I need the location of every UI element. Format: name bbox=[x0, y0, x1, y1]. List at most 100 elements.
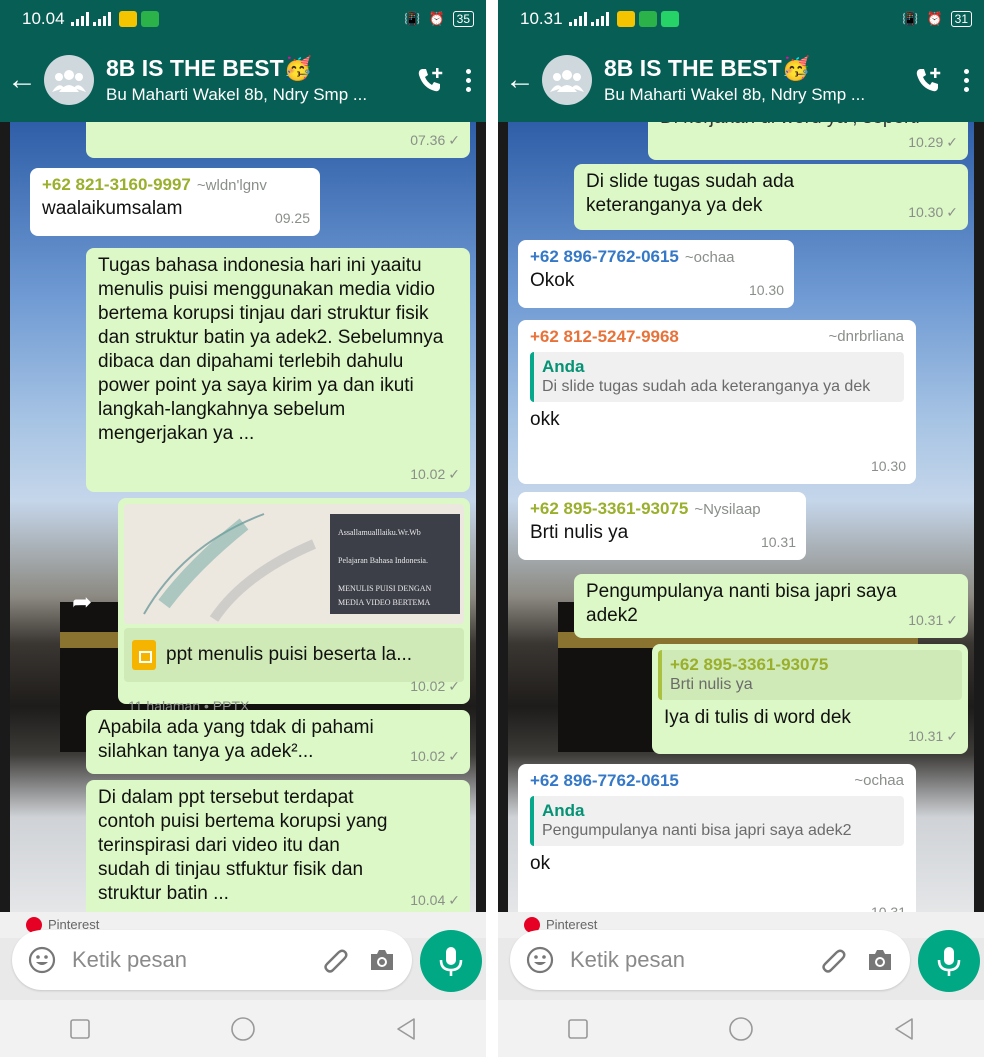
message-outgoing[interactable]: 07.36 ✓ bbox=[86, 122, 470, 158]
message-incoming-reply[interactable]: +62 896-7762-0615 ~ochaa Anda Pengumpulan… bbox=[518, 764, 916, 912]
message-outgoing[interactable]: Apabila ada yang tdak di pahami silahkan… bbox=[86, 710, 470, 774]
message-time: 10.31 bbox=[908, 728, 944, 744]
recent-apps-icon[interactable] bbox=[69, 1018, 91, 1040]
message-input-box[interactable] bbox=[12, 930, 412, 990]
message-time: 10.02 bbox=[410, 748, 446, 764]
message-text: Apabila ada yang tdak di pahami silahkan… bbox=[98, 717, 379, 762]
message-incoming[interactable]: +62 821-3160-9997 ~wldn'lgnv waalaikumsal… bbox=[30, 168, 320, 236]
mic-icon bbox=[439, 947, 463, 976]
message-time: 10.30 bbox=[870, 458, 906, 474]
sender-alias: ~dnrbrliana bbox=[828, 328, 904, 345]
add-call-button[interactable] bbox=[410, 65, 450, 95]
message-outgoing[interactable]: Pengumpulanya nanti bisa japri saya adek… bbox=[574, 574, 968, 638]
quoted-text: Pengumpulanya nanti bisa japri saya adek… bbox=[542, 822, 852, 839]
android-nav-bar bbox=[0, 1000, 486, 1057]
sent-check-icon: ✓ bbox=[448, 678, 460, 694]
message-text: waalaikumsalam bbox=[42, 198, 183, 219]
recent-apps-icon[interactable] bbox=[567, 1018, 589, 1040]
more-options-icon[interactable] bbox=[450, 68, 486, 92]
message-text: Di dalam ppt tersebut terdapat contoh pu… bbox=[98, 787, 393, 904]
home-icon[interactable] bbox=[728, 1016, 754, 1042]
message-incoming[interactable]: +62 895-3361-93075 ~Nysilaap Brti nulis y… bbox=[518, 492, 806, 560]
message-outgoing[interactable]: Tugas bahasa indonesia hari ini yaaitu m… bbox=[86, 248, 470, 492]
status-right: 📳 ⏰ 31 bbox=[902, 11, 972, 27]
message-input[interactable] bbox=[570, 947, 818, 973]
message-text: ok bbox=[530, 853, 551, 874]
document-message[interactable]: Assallamualllaiku.Wr.Wb Pelajaran Bahasa… bbox=[118, 498, 470, 714]
message-time: 10.31 bbox=[908, 612, 944, 628]
battery-icon: 35 bbox=[452, 11, 474, 27]
sender-alias: ~ochaa bbox=[854, 772, 904, 789]
back-nav-icon[interactable] bbox=[893, 1017, 915, 1041]
sender-phone: +62 821-3160-9997 bbox=[42, 175, 191, 194]
quoted-message[interactable]: Anda Di slide tugas sudah ada keterangan… bbox=[530, 352, 904, 402]
sender-phone: +62 896-7762-0615 bbox=[530, 247, 679, 266]
message-time: 10.31 bbox=[870, 904, 906, 912]
chat-area[interactable]: Di kerjakan di word ya , seperti 10.29✓ … bbox=[498, 122, 984, 912]
chat-area[interactable]: 07.36 ✓ +62 821-3160-9997 ~wldn'lgnv waala… bbox=[0, 122, 486, 912]
message-outgoing[interactable]: Di slide tugas sudah ada keteranganya ya… bbox=[574, 164, 968, 230]
emoji-icon[interactable] bbox=[28, 946, 56, 974]
sender-phone: +62 896-7762-0615 bbox=[530, 771, 679, 790]
quoted-sender: Anda bbox=[542, 357, 585, 376]
chat-title-area[interactable]: 8B IS THE BEST🥳 Bu Maharti Wakel 8b, Ndr… bbox=[604, 55, 908, 105]
back-arrow-icon[interactable]: ← bbox=[0, 65, 44, 95]
voice-record-button[interactable] bbox=[918, 930, 980, 992]
slide-line: MEDIA VIDEO BERTEMA bbox=[338, 598, 431, 607]
message-outgoing-reply[interactable]: +62 895-3361-93075 Brti nulis ya Iya di … bbox=[652, 644, 968, 754]
message-incoming-reply[interactable]: +62 812-5247-9968 ~dnrbrliana Anda Di sli… bbox=[518, 320, 916, 484]
message-time: 10.29 bbox=[908, 134, 944, 150]
message-text: Pengumpulanya nanti bisa japri saya adek… bbox=[586, 581, 902, 626]
signal-icon bbox=[568, 12, 587, 26]
sender-alias: ~wldn'lgnv bbox=[196, 177, 267, 194]
group-avatar[interactable] bbox=[44, 55, 94, 105]
notification-icon bbox=[616, 11, 635, 27]
camera-icon[interactable] bbox=[866, 947, 894, 973]
home-icon[interactable] bbox=[230, 1016, 256, 1042]
phone-plus-icon bbox=[916, 68, 941, 92]
signal-icon-2 bbox=[92, 12, 111, 26]
attach-icon[interactable] bbox=[320, 945, 350, 975]
slides-file-icon bbox=[132, 640, 156, 670]
right-phone-screen: 10.31 📳 ⏰ 31 ← 8B IS THE BEST🥳 Bu Mahart… bbox=[498, 0, 984, 1057]
frame-edge bbox=[476, 122, 486, 912]
quoted-text: Brti nulis ya bbox=[670, 676, 753, 693]
slide-line: Assallamualllaiku.Wr.Wb bbox=[338, 528, 421, 537]
message-input[interactable] bbox=[72, 947, 320, 973]
emoji-icon[interactable] bbox=[526, 946, 554, 974]
message-text: okk bbox=[530, 409, 560, 430]
signal-icon bbox=[70, 12, 89, 26]
group-members: Bu Maharti Wakel 8b, Ndry Smp ... bbox=[106, 85, 368, 104]
add-call-button[interactable] bbox=[908, 65, 948, 95]
mic-icon bbox=[937, 947, 961, 976]
back-arrow-icon[interactable]: ← bbox=[498, 65, 542, 95]
message-incoming[interactable]: +62 896-7762-0615 ~ochaa Okok 10.30 bbox=[518, 240, 794, 308]
quoted-message[interactable]: +62 895-3361-93075 Brti nulis ya bbox=[658, 650, 962, 700]
attach-icon[interactable] bbox=[818, 945, 848, 975]
message-outgoing[interactable]: Di dalam ppt tersebut terdapat contoh pu… bbox=[86, 780, 470, 912]
message-time: 10.31 bbox=[760, 534, 796, 550]
message-notification-icon bbox=[140, 11, 159, 27]
back-nav-icon[interactable] bbox=[395, 1017, 417, 1041]
message-time: 09.25 bbox=[274, 210, 310, 226]
forward-icon[interactable]: ➦ bbox=[72, 588, 92, 617]
document-preview[interactable]: Assallamualllaiku.Wr.Wb Pelajaran Bahasa… bbox=[124, 504, 464, 624]
quoted-message[interactable]: Anda Pengumpulanya nanti bisa japri saya… bbox=[530, 796, 904, 846]
more-options-icon[interactable] bbox=[948, 68, 984, 92]
sent-check-icon: ✓ bbox=[448, 748, 460, 764]
input-area: Pinterest bbox=[498, 912, 984, 1000]
sent-check-icon: ✓ bbox=[448, 466, 460, 482]
slide-line: Pelajaran Bahasa Indonesia. bbox=[338, 556, 428, 565]
frame-edge bbox=[0, 122, 10, 912]
voice-record-button[interactable] bbox=[420, 930, 482, 992]
group-avatar[interactable] bbox=[542, 55, 592, 105]
alarm-icon: ⏰ bbox=[926, 11, 943, 26]
message-time: 07.36 bbox=[410, 132, 446, 148]
sender-phone: +62 812-5247-9968 bbox=[530, 327, 679, 346]
chat-title-area[interactable]: 8B IS THE BEST🥳 Bu Maharti Wakel 8b, Ndr… bbox=[106, 55, 410, 105]
message-outgoing[interactable]: Di kerjakan di word ya , seperti 10.29✓ bbox=[648, 122, 968, 160]
sent-check-icon: ✓ bbox=[946, 728, 958, 744]
camera-icon[interactable] bbox=[368, 947, 396, 973]
message-input-box[interactable] bbox=[510, 930, 910, 990]
input-area: Pinterest bbox=[0, 912, 486, 1000]
